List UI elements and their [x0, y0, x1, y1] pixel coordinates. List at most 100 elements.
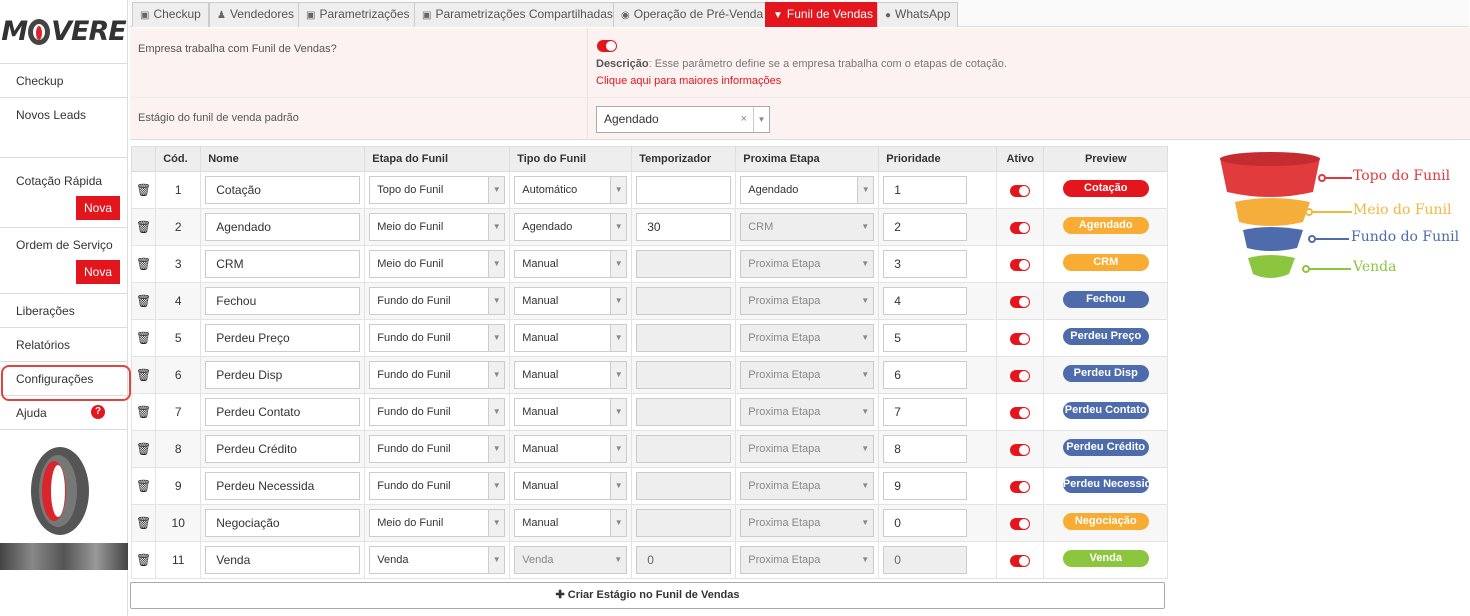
etapa-select[interactable]: Meio do Funil ▼: [369, 250, 506, 278]
default-stage-select[interactable]: Agendado × ▼: [596, 106, 770, 133]
ativo-toggle[interactable]: [1010, 332, 1031, 345]
prioridade-input[interactable]: 4: [883, 287, 968, 315]
tipo-select[interactable]: Manual ▼: [514, 472, 628, 500]
sidebar-item-checkup[interactable]: Checkup: [0, 64, 127, 98]
trash-icon[interactable]: 🗑: [136, 479, 151, 493]
tipo-select[interactable]: Manual ▼: [514, 509, 628, 537]
stage-name-input[interactable]: CRM: [205, 250, 361, 278]
column-header: Etapa do Funil: [364, 146, 511, 172]
sidebar-item-cotacao-rapida[interactable]: Cotação Rápida Nova: [0, 158, 127, 228]
trash-icon[interactable]: 🗑: [136, 294, 151, 308]
trash-icon[interactable]: 🗑: [136, 516, 151, 530]
etapa-select[interactable]: Fundo do Funil ▼: [369, 398, 506, 426]
etapa-select[interactable]: Venda ▼: [369, 546, 506, 574]
prioridade-input[interactable]: 7: [883, 398, 968, 426]
tab-parametrizacoes[interactable]: ▣ Parametrizações: [298, 2, 418, 27]
prioridade-input[interactable]: 2: [883, 213, 968, 241]
etapa-select[interactable]: Meio do Funil ▼: [369, 213, 506, 241]
stage-name-input[interactable]: Fechou: [205, 287, 361, 315]
trash-icon[interactable]: 🗑: [136, 183, 151, 197]
timer-input[interactable]: [636, 176, 732, 204]
prioridade-input[interactable]: 3: [883, 250, 968, 278]
prioridade-input[interactable]: 6: [883, 361, 968, 389]
funnel-enabled-toggle[interactable]: [597, 40, 617, 52]
tipo-select[interactable]: Manual ▼: [514, 324, 628, 352]
sidebar-item-ajuda[interactable]: Ajuda?: [0, 396, 127, 430]
etapa-select[interactable]: Fundo do Funil ▼: [369, 435, 506, 463]
prioridade-input[interactable]: 5: [883, 324, 968, 352]
prioridade-input[interactable]: 1: [883, 176, 968, 204]
tab-parametrizacoes-compartilhadas[interactable]: ▣ Parametrizações Compartilhadas: [414, 2, 621, 27]
sidebar-item-relatorios[interactable]: Relatórios: [0, 328, 127, 362]
stage-name-input[interactable]: Agendado: [205, 213, 361, 241]
create-stage-button[interactable]: ✚ Criar Estágio no Funil de Vendas: [130, 582, 1165, 609]
etapa-select[interactable]: Meio do Funil ▼: [369, 509, 506, 537]
chevron-down-icon[interactable]: ▼: [753, 107, 769, 132]
stage-name-input[interactable]: Perdeu Contato: [205, 398, 361, 426]
tipo-select[interactable]: Agendado ▼: [514, 213, 628, 241]
ativo-toggle[interactable]: [1010, 406, 1031, 419]
delete-cell: 🗑: [130, 541, 157, 579]
more-info-link[interactable]: Clique aqui para maiores informações: [596, 75, 781, 87]
ativo-toggle[interactable]: [1010, 443, 1031, 456]
cod-cell: 7: [155, 393, 202, 431]
stage-name-input[interactable]: Perdeu Necessida: [205, 472, 361, 500]
ordem-nova-button[interactable]: Nova: [76, 260, 120, 284]
ativo-toggle[interactable]: [1010, 258, 1031, 271]
stage-name-input[interactable]: Cotação: [205, 176, 361, 204]
trash-icon[interactable]: 🗑: [136, 553, 151, 567]
tab-checkup[interactable]: ▣ Checkup: [132, 2, 209, 27]
tipo-select[interactable]: Manual ▼: [514, 435, 628, 463]
sidebar-item-ordem-servico[interactable]: Ordem de Serviço Nova: [0, 228, 127, 294]
logo[interactable]: M VERE: [0, 0, 127, 64]
trash-icon[interactable]: 🗑: [136, 405, 151, 419]
trash-icon[interactable]: 🗑: [136, 331, 151, 345]
trash-icon[interactable]: 🗑: [136, 442, 151, 456]
stage-name-input[interactable]: Perdeu Disp: [205, 361, 361, 389]
tab-vendedores[interactable]: ♟ Vendedores: [209, 2, 303, 27]
timer-input[interactable]: 30: [636, 213, 732, 241]
cotacao-nova-button[interactable]: Nova: [76, 196, 120, 220]
ativo-toggle[interactable]: [1010, 517, 1031, 530]
tipo-cell: Manual ▼: [509, 356, 633, 394]
ativo-toggle[interactable]: [1010, 184, 1031, 197]
preview-badge: Agendado: [1062, 217, 1149, 234]
tab-funil-de-vendas[interactable]: ▼ Funil de Vendas: [765, 2, 881, 27]
etapa-select[interactable]: Topo do Funil ▼: [369, 176, 506, 204]
tab-whatsapp[interactable]: ● WhatsApp: [877, 2, 959, 27]
tab-operacao-pre-venda[interactable]: ◉ Operação de Pré-Venda: [613, 2, 772, 27]
tipo-select[interactable]: Manual ▼: [514, 361, 628, 389]
default-stage-row: Estágio do funil de venda padrão: [130, 98, 1470, 140]
tipo-select[interactable]: Automático ▼: [514, 176, 628, 204]
ativo-toggle[interactable]: [1010, 221, 1031, 234]
tipo-select[interactable]: Manual ▼: [514, 398, 628, 426]
trash-icon[interactable]: 🗑: [136, 257, 151, 271]
tipo-select[interactable]: Manual ▼: [514, 287, 628, 315]
ativo-toggle[interactable]: [1010, 480, 1031, 493]
stage-name-input[interactable]: Negociação: [205, 509, 361, 537]
chevron-down-icon: ▼: [488, 177, 505, 203]
tipo-select[interactable]: Manual ▼: [514, 250, 628, 278]
prioridade-input[interactable]: 0: [883, 509, 968, 537]
prioridade-input[interactable]: 9: [883, 472, 968, 500]
sidebar-item-liberacoes[interactable]: Liberações: [0, 294, 127, 328]
stage-name-input[interactable]: Perdeu Preço: [205, 324, 361, 352]
help-icon[interactable]: ?: [91, 405, 105, 419]
timer-input: [636, 435, 732, 463]
stage-name-input[interactable]: Venda: [205, 546, 361, 574]
etapa-select[interactable]: Fundo do Funil ▼: [369, 361, 506, 389]
ativo-toggle[interactable]: [1010, 554, 1031, 567]
table-row: 🗑 2 Agendado Meio do Funil ▼ Agendado ▼ 30 CRM ▼ 2…: [130, 208, 1169, 246]
etapa-select[interactable]: Fundo do Funil ▼: [369, 324, 506, 352]
etapa-select[interactable]: Fundo do Funil ▼: [369, 472, 506, 500]
etapa-select[interactable]: Fundo do Funil ▼: [369, 287, 506, 315]
ativo-toggle[interactable]: [1010, 295, 1031, 308]
stage-name-input[interactable]: Perdeu Crédito: [205, 435, 361, 463]
sidebar-item-novos-leads[interactable]: Novos Leads: [0, 98, 127, 158]
trash-icon[interactable]: 🗑: [136, 220, 151, 234]
trash-icon[interactable]: 🗑: [136, 368, 151, 382]
clear-icon[interactable]: ×: [741, 107, 747, 132]
prioridade-input[interactable]: 8: [883, 435, 968, 463]
ativo-toggle[interactable]: [1010, 369, 1031, 382]
proxima-etapa-select[interactable]: Agendado ▼: [740, 176, 875, 204]
